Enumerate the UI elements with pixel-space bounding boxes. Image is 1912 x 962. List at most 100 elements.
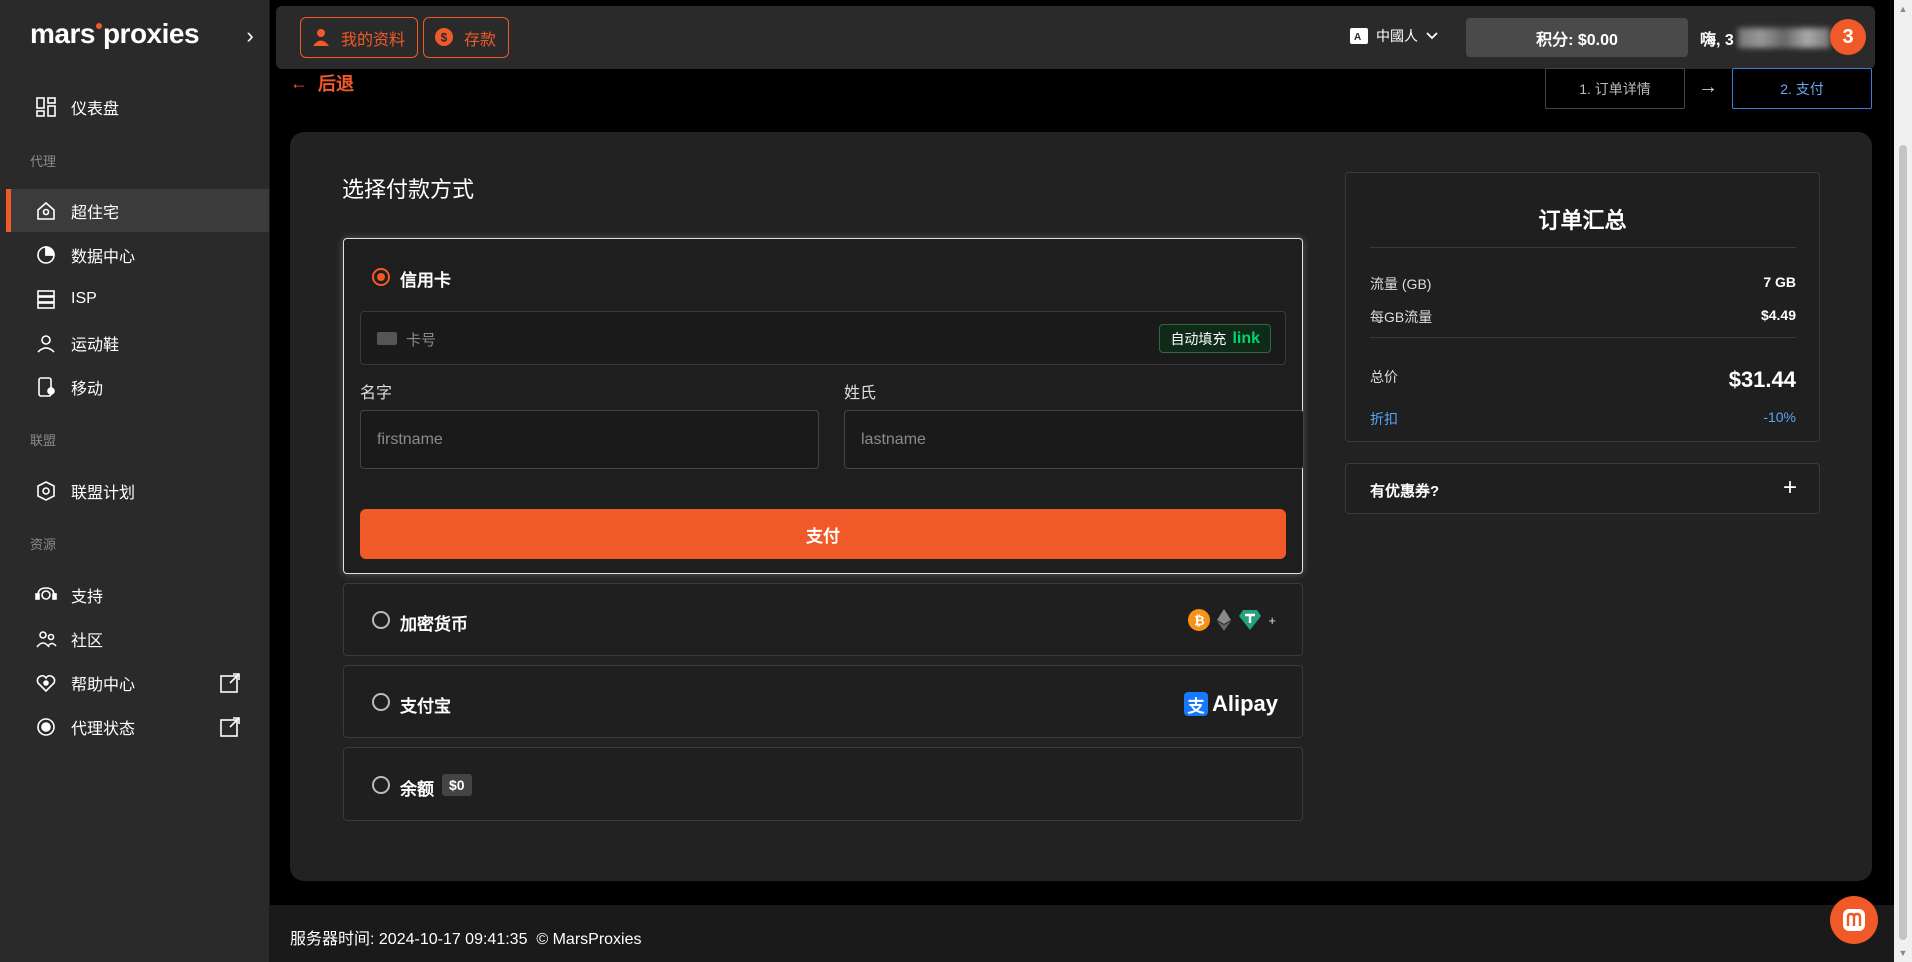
payment-option-alipay[interactable]: 支付宝 支 Alipay bbox=[343, 665, 1303, 738]
chat-icon bbox=[1843, 909, 1865, 931]
radio-alipay[interactable] bbox=[372, 693, 390, 711]
community-icon bbox=[34, 627, 58, 651]
user-icon bbox=[311, 27, 333, 49]
sidebar-item-label: 运动鞋 bbox=[71, 336, 120, 354]
first-name-label: 名字 bbox=[360, 385, 393, 402]
credit-card-label: 信用卡 bbox=[400, 271, 451, 290]
section-label-affiliate: 联盟 bbox=[30, 433, 57, 448]
more-crypto-indicator: + bbox=[1268, 612, 1276, 628]
traffic-value: 7 GB bbox=[1763, 274, 1796, 290]
language-selector[interactable]: A 中國人 bbox=[1350, 26, 1438, 46]
logo[interactable]: mars proxies bbox=[30, 18, 200, 50]
sidebar-item-isp[interactable]: ISP bbox=[6, 277, 269, 320]
credits-display[interactable]: 积分: $0.00 bbox=[1466, 18, 1688, 57]
page-title: 选择付款方式 bbox=[342, 177, 475, 202]
balance-badge: $0 bbox=[442, 774, 472, 796]
sidebar-item-support[interactable]: 支持 bbox=[6, 573, 269, 616]
scrollbar-thumb[interactable] bbox=[1899, 145, 1907, 940]
pay-button[interactable]: 支付 bbox=[360, 509, 1286, 559]
alipay-label: 支付宝 bbox=[400, 697, 451, 716]
discount-label: 折扣 bbox=[1370, 411, 1398, 427]
sidebar: mars proxies › 仪表盘 代理 超住宅 数据中心 ISP 运动鞋 移… bbox=[0, 0, 270, 962]
first-name-input[interactable]: firstname bbox=[360, 410, 819, 469]
card-number-placeholder: 卡号 bbox=[406, 332, 437, 349]
last-name-input[interactable]: lastname bbox=[844, 410, 1304, 469]
step-order-details[interactable]: 1. 订单详情 bbox=[1545, 68, 1685, 109]
card-number-field[interactable]: 卡号 自动填充 link bbox=[360, 311, 1286, 365]
residential-icon bbox=[34, 199, 58, 223]
radio-crypto[interactable] bbox=[372, 611, 390, 629]
balance-label: 余额 bbox=[400, 780, 434, 799]
autofill-link-button[interactable]: 自动填充 link bbox=[1159, 324, 1271, 353]
avatar[interactable]: 3 bbox=[1830, 19, 1866, 55]
greeting-text: 嗨, 3 bbox=[1700, 32, 1734, 49]
alipay-icon: 支 bbox=[1183, 692, 1208, 716]
radio-credit-card[interactable] bbox=[372, 268, 390, 286]
back-label: 后退 bbox=[318, 74, 354, 94]
sidebar-item-community[interactable]: 社区 bbox=[6, 617, 269, 660]
sidebar-item-label: 超住宅 bbox=[71, 204, 120, 222]
per-gb-value: $4.49 bbox=[1760, 307, 1796, 323]
radio-balance[interactable] bbox=[372, 776, 390, 794]
footer-text: 服务器时间: 2024-10-17 09:41:35 © MarsProxies bbox=[290, 925, 642, 949]
sidebar-item-help-center[interactable]: 帮助中心 bbox=[6, 661, 269, 704]
dashboard-icon bbox=[34, 95, 58, 119]
deposit-label: 存款 bbox=[464, 31, 497, 49]
mobile-icon bbox=[34, 375, 58, 399]
traffic-label: 流量 (GB) bbox=[1370, 276, 1432, 292]
sidebar-item-label: 移动 bbox=[71, 380, 104, 398]
payment-option-credit-card[interactable]: 信用卡 卡号 自动填充 link 名字 firstname 姓氏 lastnam… bbox=[343, 238, 1304, 574]
scroll-down-icon[interactable]: ▼ bbox=[1897, 948, 1909, 958]
bitcoin-icon: ₿ bbox=[1188, 609, 1211, 631]
svg-text:A: A bbox=[1354, 32, 1361, 43]
isp-icon bbox=[34, 287, 58, 311]
link-logo: link bbox=[1232, 329, 1260, 347]
coupon-toggle[interactable]: 有优惠券? + bbox=[1345, 463, 1820, 514]
proxy-status-icon bbox=[34, 715, 58, 739]
sidebar-item-dashboard[interactable]: 仪表盘 bbox=[6, 85, 269, 128]
payment-option-balance[interactable]: 余额 $0 bbox=[343, 747, 1303, 821]
plus-icon: + bbox=[1782, 474, 1797, 501]
step-payment[interactable]: 2. 支付 bbox=[1732, 68, 1872, 109]
sidebar-item-label: 代理状态 bbox=[71, 720, 136, 738]
crypto-label: 加密货币 bbox=[400, 615, 468, 634]
tether-icon bbox=[1239, 610, 1262, 630]
scroll-up-icon[interactable]: ▲ bbox=[1897, 4, 1909, 14]
sidebar-item-label: 数据中心 bbox=[71, 248, 136, 266]
sidebar-item-datacenter[interactable]: 数据中心 bbox=[6, 233, 269, 276]
affiliate-icon bbox=[34, 479, 58, 503]
total-value: $31.44 bbox=[1728, 367, 1796, 392]
order-summary-title: 订单汇总 bbox=[1538, 208, 1627, 233]
sidebar-item-affiliate[interactable]: 联盟计划 bbox=[6, 469, 269, 512]
crypto-icons: ₿ + bbox=[1188, 609, 1276, 631]
summary-row-total: 总价 $31.44 bbox=[1370, 367, 1796, 393]
alipay-logo: 支 Alipay bbox=[1183, 691, 1278, 717]
datacenter-icon bbox=[34, 243, 58, 267]
divider bbox=[1370, 247, 1796, 248]
sidebar-collapse-icon[interactable]: › bbox=[240, 24, 260, 48]
chat-button[interactable] bbox=[1830, 896, 1878, 944]
server-time: 服务器时间: 2024-10-17 09:41:35 bbox=[290, 931, 528, 948]
support-icon bbox=[34, 583, 58, 607]
user-greeting[interactable]: 嗨, 3 bbox=[1700, 26, 1830, 50]
sidebar-item-label: 支持 bbox=[71, 588, 104, 606]
ethereum-icon bbox=[1217, 609, 1232, 631]
sidebar-item-proxy-status[interactable]: 代理状态 bbox=[6, 705, 269, 748]
section-label-resources: 资源 bbox=[30, 537, 57, 552]
back-link[interactable]: ← 后退 bbox=[290, 70, 354, 96]
language-label: 中國人 bbox=[1376, 28, 1418, 44]
username-redacted bbox=[1737, 28, 1830, 48]
payment-option-crypto[interactable]: 加密货币 ₿ + bbox=[343, 583, 1303, 656]
order-summary: 订单汇总 流量 (GB) 7 GB 每GB流量 $4.49 总价 $31.44 … bbox=[1345, 172, 1820, 442]
my-profile-button[interactable]: 我的资料 bbox=[300, 17, 419, 58]
sidebar-item-mobile[interactable]: 移动 bbox=[6, 365, 269, 408]
sidebar-item-sneaker[interactable]: 运动鞋 bbox=[6, 321, 269, 364]
sidebar-item-label: 联盟计划 bbox=[71, 484, 136, 502]
external-link-icon bbox=[220, 717, 240, 737]
summary-row-discount: 折扣 -10% bbox=[1370, 409, 1796, 429]
deposit-button[interactable]: $ 存款 bbox=[423, 17, 510, 58]
credit-card-icon bbox=[377, 332, 397, 345]
external-link-icon bbox=[220, 673, 240, 693]
chevron-down-icon bbox=[1426, 32, 1438, 40]
sidebar-item-residential[interactable]: 超住宅 bbox=[6, 189, 269, 232]
